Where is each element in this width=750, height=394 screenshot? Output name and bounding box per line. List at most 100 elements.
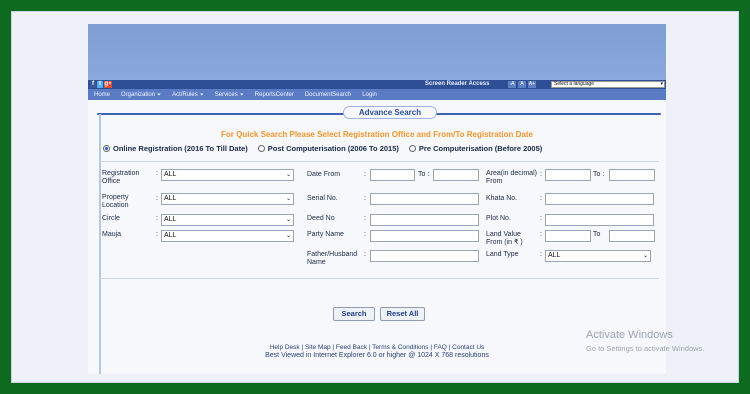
registration-office-label: Registration Office bbox=[102, 170, 140, 185]
colon: : bbox=[540, 171, 542, 178]
khata-no-input[interactable] bbox=[545, 193, 654, 205]
nav-login-label: Login bbox=[362, 91, 377, 98]
chevron-down-icon: ⌄ bbox=[285, 217, 291, 223]
radio-post-computerisation[interactable]: Post Computerisation (2006 To 2015) bbox=[257, 144, 399, 153]
khata-no-label: Khata No. bbox=[486, 195, 518, 202]
party-name-input[interactable] bbox=[370, 230, 479, 242]
nav-document-search-label: DocumentSearch bbox=[304, 91, 352, 98]
colon: : bbox=[364, 171, 366, 178]
property-location-label: Property Location bbox=[102, 194, 129, 209]
colon: : bbox=[364, 215, 366, 222]
search-button[interactable]: Search bbox=[333, 307, 375, 321]
radio-circle[interactable] bbox=[103, 145, 110, 152]
chevron-down-icon: ⏷ bbox=[239, 91, 244, 98]
father-husband-name-input[interactable] bbox=[370, 250, 479, 262]
activate-windows-subtitle: Go to Settings to activate Windows. bbox=[586, 344, 705, 353]
land-type-select[interactable]: ALL ⌄ bbox=[545, 250, 651, 262]
date-to-label: To : bbox=[418, 171, 430, 178]
page: f t g+ Screen Reader Access -A A A+ Sele… bbox=[88, 24, 666, 374]
date-to-input[interactable] bbox=[433, 169, 479, 181]
radio-circle[interactable] bbox=[257, 145, 265, 152]
page-title: Advance Search bbox=[343, 106, 437, 119]
circle-label: Circle bbox=[102, 215, 120, 222]
area-from-label: Area(in decimal) From bbox=[486, 170, 537, 185]
main-nav: Home Organization ⏷ Act/Rules ⏷ Services ⏷ … bbox=[88, 89, 666, 100]
radio-online-label: Online Registration (2016 To Till Date) bbox=[113, 144, 248, 153]
circle-select[interactable]: ALL ⌄ bbox=[161, 214, 294, 226]
colon: : bbox=[364, 231, 366, 238]
deed-no-input[interactable] bbox=[370, 214, 479, 226]
browser-note: Best Viewed in Internet Explorer 6.0 or … bbox=[265, 352, 489, 359]
nav-organization[interactable]: Organization ⏷ bbox=[121, 92, 161, 98]
plot-no-label: Plot No. bbox=[486, 215, 511, 222]
reset-all-button[interactable]: Reset All bbox=[380, 307, 425, 321]
land-type-label: Land Type bbox=[486, 251, 519, 258]
radio-circle[interactable] bbox=[408, 145, 416, 152]
colon: : bbox=[156, 195, 158, 202]
nav-act-rules[interactable]: Act/Rules ⏷ bbox=[172, 92, 204, 98]
language-select-value: Select a language bbox=[554, 81, 595, 87]
nav-act-rules-label: Act/Rules bbox=[172, 91, 198, 98]
area-to-label: To : bbox=[593, 171, 605, 178]
serial-no-label: Serial No. bbox=[307, 195, 338, 202]
form-top-divider bbox=[99, 161, 659, 162]
nav-organization-label: Organization bbox=[121, 91, 156, 98]
chevron-down-icon: ⏷ bbox=[199, 91, 204, 98]
radio-online-registration[interactable]: Online Registration (2016 To Till Date) bbox=[103, 144, 248, 153]
area-from-input[interactable] bbox=[545, 169, 591, 181]
chevron-down-icon: ⌄ bbox=[642, 253, 648, 259]
colon: : bbox=[540, 195, 542, 202]
font-increase-button[interactable]: A+ bbox=[528, 81, 536, 88]
radio-post-label: Post Computerisation (2006 To 2015) bbox=[267, 144, 399, 153]
deed-no-label: Deed No bbox=[307, 215, 335, 222]
land-value-to-input[interactable] bbox=[609, 230, 655, 242]
footer-links[interactable]: Help Desk | Site Map | Feed Back | Terms… bbox=[88, 344, 666, 351]
font-normal-button[interactable]: A bbox=[518, 81, 526, 88]
screen-reader-link[interactable]: Screen Reader Access bbox=[425, 80, 490, 89]
colon: : bbox=[540, 251, 542, 258]
browser-frame: f t g+ Screen Reader Access -A A A+ Sele… bbox=[11, 11, 739, 383]
plot-no-input[interactable] bbox=[545, 214, 654, 226]
nav-reports-center-label: ReportsCenter bbox=[254, 91, 294, 98]
nav-services-label: Services bbox=[214, 91, 238, 98]
date-from-input[interactable] bbox=[370, 169, 415, 181]
font-decrease-button[interactable]: -A bbox=[508, 81, 516, 88]
mauja-value: ALL bbox=[164, 232, 177, 239]
radio-pre-computerisation[interactable]: Pre Computerisation (Before 2005) bbox=[408, 144, 542, 153]
facebook-icon[interactable]: f bbox=[90, 81, 96, 88]
party-name-label: Party Name bbox=[307, 231, 344, 238]
nav-document-search[interactable]: DocumentSearch bbox=[305, 92, 351, 98]
nav-services[interactable]: Services ⏷ bbox=[215, 92, 244, 98]
nav-login[interactable]: Login bbox=[362, 92, 377, 98]
period-radio-group: Online Registration (2016 To Till Date) … bbox=[103, 144, 542, 153]
chevron-down-icon: ⌄ bbox=[285, 196, 291, 202]
language-select[interactable]: Select a language ▾ bbox=[551, 81, 665, 88]
colon: : bbox=[156, 231, 158, 238]
serial-no-input[interactable] bbox=[370, 193, 479, 205]
mauja-select[interactable]: ALL ⌄ bbox=[161, 230, 294, 242]
chevron-down-icon: ⏷ bbox=[157, 91, 162, 98]
colon: : bbox=[364, 195, 366, 202]
father-husband-name-label: Father/Husband Name bbox=[307, 251, 358, 266]
colon: : bbox=[156, 215, 158, 222]
land-value-to-label: To bbox=[593, 231, 601, 238]
nav-reports-center[interactable]: ReportsCenter bbox=[255, 92, 294, 98]
colon: : bbox=[156, 170, 158, 177]
twitter-icon[interactable]: t bbox=[97, 81, 103, 88]
chevron-down-icon: ⌄ bbox=[285, 172, 291, 178]
google-plus-icon[interactable]: g+ bbox=[104, 81, 112, 88]
header-banner bbox=[88, 24, 666, 80]
land-value-from-input[interactable] bbox=[545, 230, 591, 242]
form-bottom-divider bbox=[99, 278, 659, 279]
property-location-select[interactable]: ALL ⌄ bbox=[161, 193, 294, 205]
area-to-input[interactable] bbox=[609, 169, 655, 181]
chevron-down-icon: ⌄ bbox=[285, 233, 291, 239]
quick-search-note: For Quick Search Please Select Registrat… bbox=[221, 130, 533, 139]
registration-office-select[interactable]: ALL ⌄ bbox=[161, 169, 294, 181]
date-from-label: Date From bbox=[307, 171, 341, 178]
colon: : bbox=[364, 251, 366, 258]
nav-home[interactable]: Home bbox=[94, 92, 110, 98]
activate-windows-title: Activate Windows bbox=[586, 329, 673, 341]
property-location-value: ALL bbox=[164, 195, 177, 202]
colon: : bbox=[540, 215, 542, 222]
